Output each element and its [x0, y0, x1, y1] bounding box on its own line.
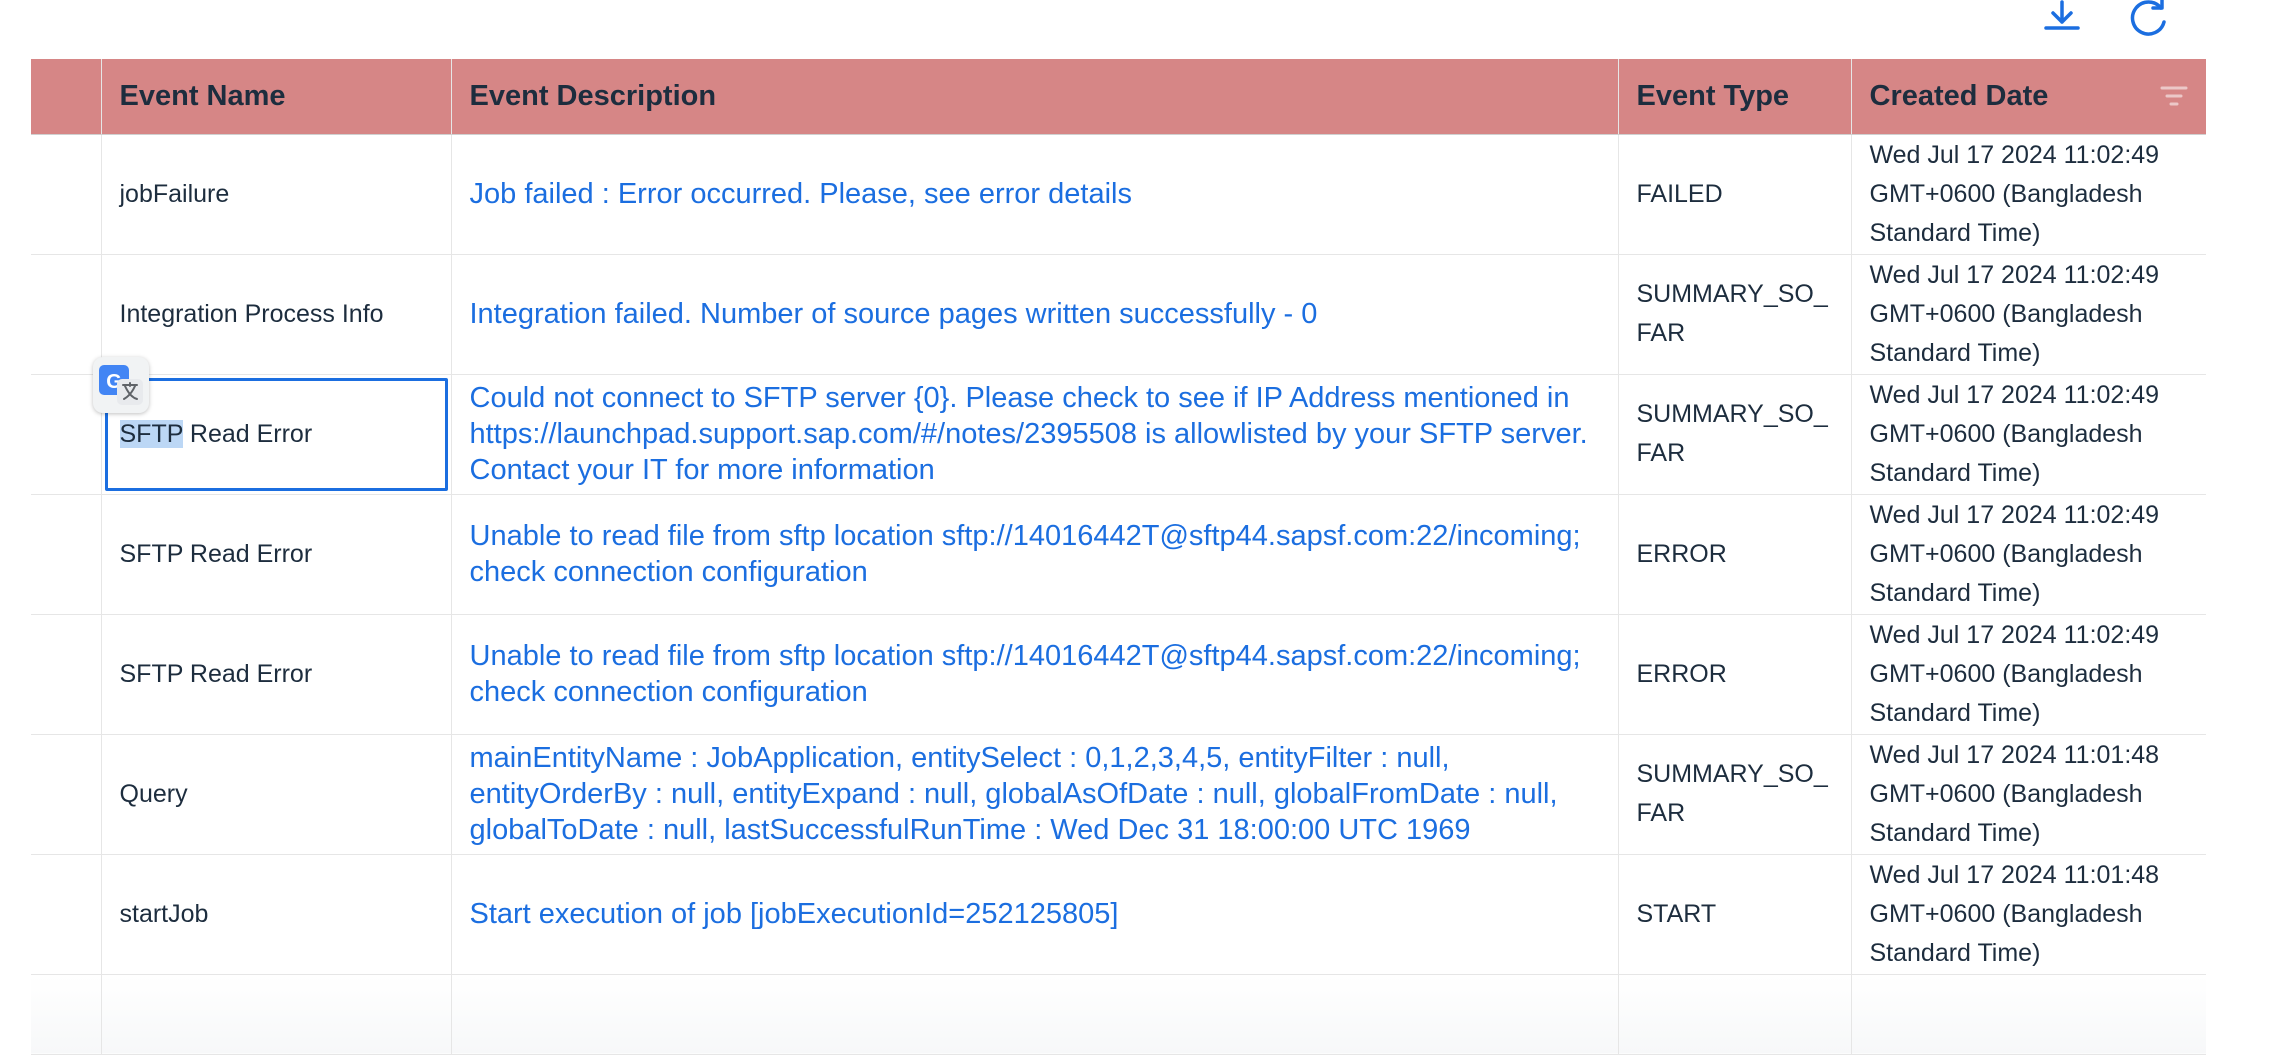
empty-cell: [1618, 974, 1852, 1055]
created-date-line: Standard Time): [1869, 578, 2041, 607]
table-row[interactable]: SFTP Read Error Unable to read file from …: [31, 494, 2206, 615]
event-description-link[interactable]: Start execution of job [jobExecutionId=2…: [451, 854, 1619, 975]
download-icon[interactable]: [2040, 0, 2084, 36]
event-name-text: Integration Process Info: [119, 299, 384, 328]
selected-text: SFTP: [119, 419, 183, 448]
event-name-cell[interactable]: Integration Process Info: [101, 254, 452, 375]
created-date-line: GMT+0600 (Bangladesh: [1869, 299, 2143, 328]
event-name-cell[interactable]: SFTP Read Error: [101, 374, 452, 495]
filter-icon[interactable]: [2160, 85, 2188, 107]
event-type-cell: SUMMARY_SO_ FAR: [1618, 254, 1852, 375]
created-date-line: Wed Jul 17 2024 11:01:48: [1869, 860, 2160, 889]
event-type-cell: START: [1618, 854, 1852, 975]
empty-cell: [1851, 974, 2206, 1055]
created-date-line: Standard Time): [1869, 458, 2041, 487]
event-name-cell[interactable]: Query: [101, 734, 452, 855]
event-type-cell: FAILED: [1618, 134, 1852, 255]
created-date-line: GMT+0600 (Bangladesh: [1869, 539, 2143, 568]
empty-cell: [101, 974, 452, 1055]
created-date-line: Wed Jul 17 2024 11:02:49: [1869, 380, 2160, 409]
created-date-line: Standard Time): [1869, 338, 2041, 367]
created-date-cell: Wed Jul 17 2024 11:02:49 GMT+0600 (Bangla…: [1851, 494, 2206, 615]
table-toolbar: [0, 0, 2293, 58]
column-header-event-description[interactable]: Event Description: [451, 59, 1619, 135]
row-selection-cell[interactable]: [31, 614, 102, 735]
event-name-text: jobFailure: [119, 179, 230, 208]
created-date-cell: Wed Jul 17 2024 11:02:49 GMT+0600 (Bangla…: [1851, 374, 2206, 495]
column-header-selection[interactable]: [31, 59, 102, 135]
column-header-label: Event Type: [1636, 79, 1790, 112]
event-name-text: SFTP Read Error: [119, 539, 313, 568]
event-name-cell[interactable]: startJob: [101, 854, 452, 975]
created-date-cell: Wed Jul 17 2024 11:02:49 GMT+0600 (Bangla…: [1851, 254, 2206, 375]
row-selection-cell[interactable]: [31, 254, 102, 375]
row-selection-cell[interactable]: [31, 854, 102, 975]
event-description-link[interactable]: mainEntityName : JobApplication, entityS…: [451, 734, 1619, 855]
event-name-text: startJob: [119, 899, 209, 928]
table-row[interactable]: Integration Process Info Integration fail…: [31, 254, 2206, 375]
row-selection-cell[interactable]: [31, 734, 102, 855]
column-header-label: Event Description: [469, 79, 717, 112]
table-row[interactable]: SFTP Read Error Could not connect to SFTP…: [31, 374, 2206, 495]
table-body: jobFailure Job failed : Error occurred. P…: [31, 134, 2206, 1055]
created-date-line: GMT+0600 (Bangladesh: [1869, 659, 2143, 688]
event-name-text: Read Error: [182, 419, 313, 448]
created-date-line: GMT+0600 (Bangladesh: [1869, 179, 2143, 208]
empty-row: [31, 974, 2206, 1055]
refresh-icon[interactable]: [2128, 0, 2172, 36]
created-date-line: Standard Time): [1869, 938, 2041, 967]
created-date-line: GMT+0600 (Bangladesh: [1869, 419, 2143, 448]
created-date-line: Wed Jul 17 2024 11:02:49: [1869, 500, 2160, 529]
row-selection-cell[interactable]: [31, 374, 102, 495]
google-translate-icon[interactable]: G: [93, 357, 149, 413]
table-row[interactable]: Query mainEntityName : JobApplication, en…: [31, 734, 2206, 855]
created-date-cell: Wed Jul 17 2024 11:02:49 GMT+0600 (Bangla…: [1851, 134, 2206, 255]
column-header-label: Created Date: [1869, 79, 2049, 112]
table-row[interactable]: SFTP Read Error Unable to read file from …: [31, 614, 2206, 735]
event-name-cell[interactable]: jobFailure: [101, 134, 452, 255]
table-row[interactable]: jobFailure Job failed : Error occurred. P…: [31, 134, 2206, 255]
created-date-line: Standard Time): [1869, 818, 2041, 847]
event-name-cell[interactable]: SFTP Read Error: [101, 494, 452, 615]
created-date-cell: Wed Jul 17 2024 11:01:48 GMT+0600 (Bangla…: [1851, 734, 2206, 855]
events-table: Event Name Event Description Event Type …: [31, 59, 2206, 1055]
column-header-label: Event Name: [119, 79, 286, 112]
created-date-line: Wed Jul 17 2024 11:02:49: [1869, 260, 2160, 289]
event-type-cell: SUMMARY_SO_ FAR: [1618, 374, 1852, 495]
event-description-link[interactable]: Integration failed. Number of source pag…: [451, 254, 1619, 375]
event-description-link[interactable]: Job failed : Error occurred. Please, see…: [451, 134, 1619, 255]
created-date-line: GMT+0600 (Bangladesh: [1869, 779, 2143, 808]
row-selection-cell[interactable]: [31, 494, 102, 615]
event-description-link[interactable]: Unable to read file from sftp location s…: [451, 494, 1619, 615]
event-type-cell: ERROR: [1618, 614, 1852, 735]
empty-cell: [451, 974, 1619, 1055]
events-table-container: Event Name Event Description Event Type …: [31, 59, 2206, 1055]
created-date-cell: Wed Jul 17 2024 11:01:48 GMT+0600 (Bangla…: [1851, 854, 2206, 975]
event-type-cell: ERROR: [1618, 494, 1852, 615]
created-date-line: Standard Time): [1869, 698, 2041, 727]
row-selection-cell[interactable]: [31, 134, 102, 255]
event-name-text: Query: [119, 779, 188, 808]
table-row[interactable]: startJob Start execution of job [jobExecu…: [31, 854, 2206, 975]
created-date-line: GMT+0600 (Bangladesh: [1869, 899, 2143, 928]
empty-cell: [31, 974, 102, 1055]
created-date-line: Standard Time): [1869, 218, 2041, 247]
column-header-event-type[interactable]: Event Type: [1618, 59, 1852, 135]
created-date-cell: Wed Jul 17 2024 11:02:49 GMT+0600 (Bangla…: [1851, 614, 2206, 735]
event-name-cell[interactable]: SFTP Read Error: [101, 614, 452, 735]
created-date-line: Wed Jul 17 2024 11:01:48: [1869, 740, 2160, 769]
event-type-cell: SUMMARY_SO_ FAR: [1618, 734, 1852, 855]
created-date-line: Wed Jul 17 2024 11:02:49: [1869, 140, 2160, 169]
table-header-row: Event Name Event Description Event Type …: [31, 59, 2206, 135]
created-date-line: Wed Jul 17 2024 11:02:49: [1869, 620, 2160, 649]
column-header-created-date[interactable]: Created Date: [1851, 59, 2206, 135]
event-name-text: SFTP Read Error: [119, 659, 313, 688]
event-description-link[interactable]: Could not connect to SFTP server {0}. Pl…: [451, 374, 1619, 495]
column-header-event-name[interactable]: Event Name: [101, 59, 452, 135]
event-description-link[interactable]: Unable to read file from sftp location s…: [451, 614, 1619, 735]
